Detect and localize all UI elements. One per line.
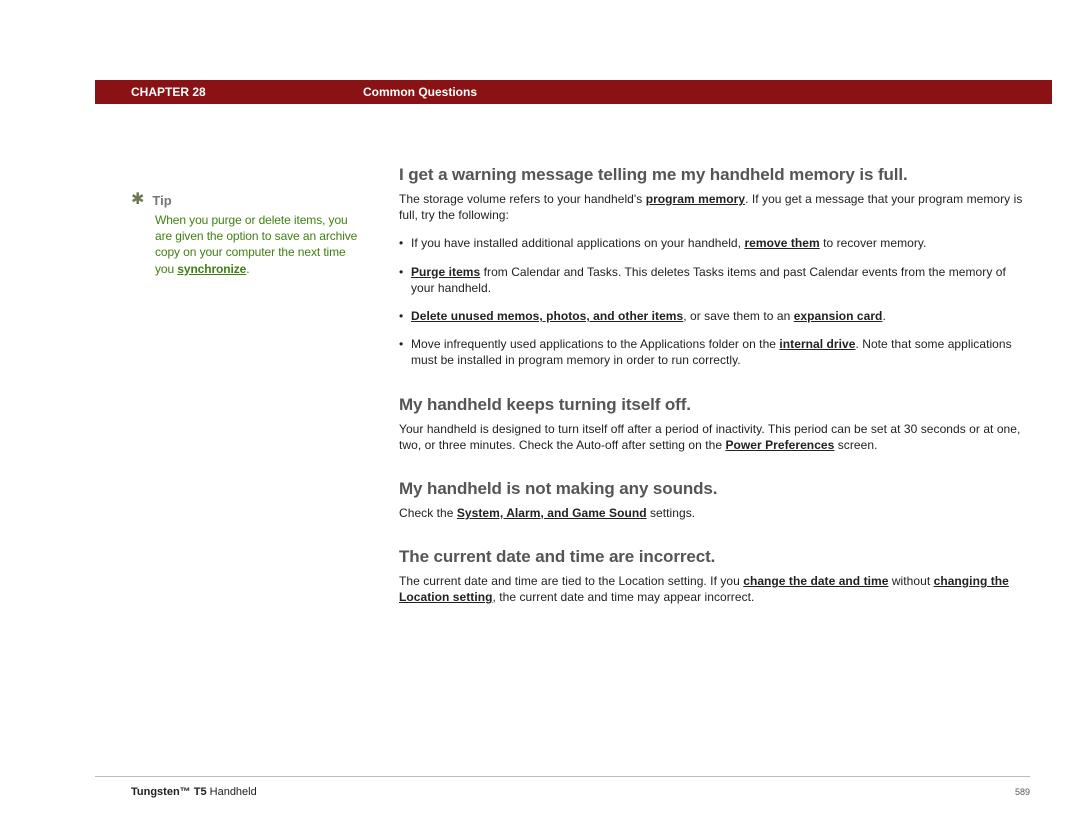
- q4-body: The current date and time are tied to th…: [399, 573, 1030, 605]
- footer: Tungsten™ T5 Handheld 589: [95, 786, 1030, 798]
- program-memory-link[interactable]: program memory: [646, 192, 745, 206]
- q1-b1-1: If you have installed additional applica…: [411, 236, 744, 250]
- q4-p1: The current date and time are tied to th…: [399, 574, 743, 588]
- q1-bullet-2: Purge items from Calendar and Tasks. Thi…: [411, 264, 1030, 296]
- q3-p2: settings.: [647, 506, 696, 520]
- q3-p1: Check the: [399, 506, 457, 520]
- q1-intro-1: The storage volume refers to your handhe…: [399, 192, 646, 206]
- q1-b2-rest: from Calendar and Tasks. This deletes Ta…: [411, 265, 1006, 295]
- asterisk-icon: ✱: [131, 192, 144, 208]
- q1-list: If you have installed additional applica…: [399, 235, 1030, 368]
- q2-heading: My handheld keeps turning itself off.: [399, 395, 1030, 415]
- q1-intro: The storage volume refers to your handhe…: [399, 191, 1030, 223]
- q2-body: Your handheld is designed to turn itself…: [399, 421, 1030, 453]
- footer-divider: [95, 776, 1030, 777]
- q2-p2: screen.: [834, 438, 877, 452]
- q3-heading: My handheld is not making any sounds.: [399, 479, 1030, 499]
- tip-text-2: .: [246, 262, 249, 276]
- remove-them-link[interactable]: remove them: [744, 236, 819, 250]
- q1-bullet-3: Delete unused memos, photos, and other i…: [411, 308, 1030, 324]
- q4-heading: The current date and time are incorrect.: [399, 547, 1030, 567]
- q1-heading: I get a warning message telling me my ha…: [399, 165, 1030, 185]
- q1-bullet-4: Move infrequently used applications to t…: [411, 336, 1030, 368]
- tip-sidebar: ✱ Tip When you purge or delete items, yo…: [95, 192, 360, 277]
- product-name: Tungsten™ T5 Handheld: [131, 786, 257, 798]
- q1-b3-mid: , or save them to an: [683, 309, 793, 323]
- q1-b3-end: .: [882, 309, 885, 323]
- header-bar: CHAPTER 28 Common Questions: [95, 80, 1052, 104]
- q1-bullet-1: If you have installed additional applica…: [411, 235, 1030, 251]
- page: CHAPTER 28 Common Questions ✱ Tip When y…: [0, 0, 1080, 834]
- internal-drive-link[interactable]: internal drive: [779, 337, 855, 351]
- purge-items-link[interactable]: Purge items: [411, 265, 480, 279]
- section-title: Common Questions: [363, 85, 477, 99]
- chapter-label: CHAPTER 28: [95, 85, 363, 99]
- synchronize-link[interactable]: synchronize: [177, 262, 246, 276]
- tip-body: When you purge or delete items, you are …: [155, 212, 360, 277]
- page-number: 589: [1015, 787, 1030, 797]
- tip-header: ✱ Tip: [131, 192, 360, 208]
- tip-label: Tip: [152, 193, 171, 208]
- power-preferences-link[interactable]: Power Preferences: [725, 438, 834, 452]
- q1-b1-2: to recover memory.: [820, 236, 927, 250]
- sound-settings-link[interactable]: System, Alarm, and Game Sound: [457, 506, 647, 520]
- delete-items-link[interactable]: Delete unused memos, photos, and other i…: [411, 309, 683, 323]
- product-bold: Tungsten™ T5: [131, 786, 207, 798]
- q4-p2: , the current date and time may appear i…: [492, 590, 754, 604]
- q1-b4-1: Move infrequently used applications to t…: [411, 337, 779, 351]
- expansion-card-link[interactable]: expansion card: [794, 309, 883, 323]
- q3-body: Check the System, Alarm, and Game Sound …: [399, 505, 1030, 521]
- q2-p1: Your handheld is designed to turn itself…: [399, 422, 1020, 452]
- change-date-time-link[interactable]: change the date and time: [743, 574, 888, 588]
- q4-mid: without: [888, 574, 933, 588]
- product-rest: Handheld: [207, 786, 257, 798]
- main-content: I get a warning message telling me my ha…: [399, 165, 1030, 617]
